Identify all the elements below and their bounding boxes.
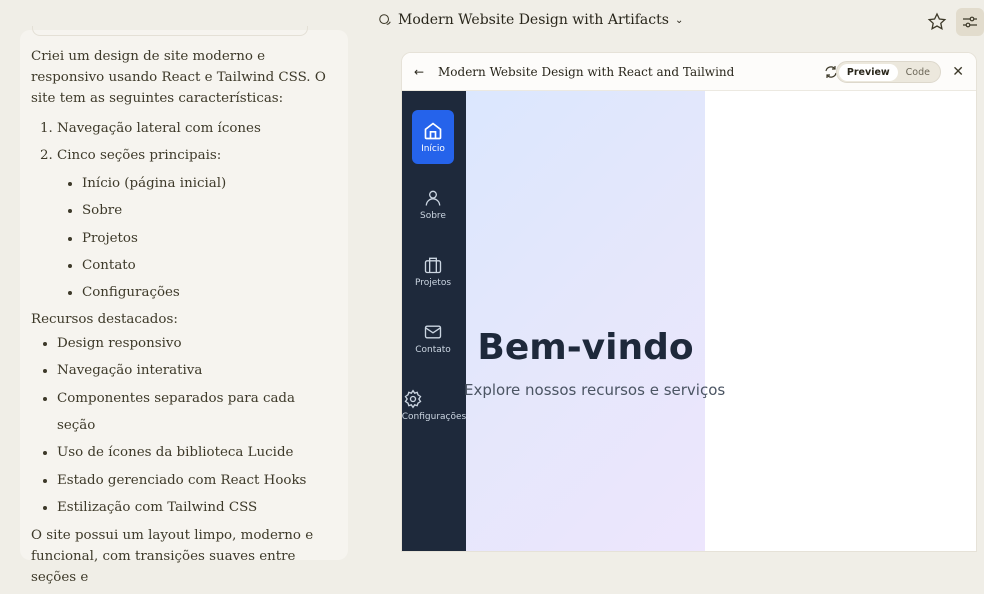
nav-inicio[interactable]: Início	[412, 110, 454, 164]
list-item: Navegação interativa	[57, 357, 331, 384]
briefcase-icon	[424, 257, 442, 273]
sections-list: Início (página inicial) Sobre Projetos C…	[57, 170, 331, 307]
view-toggle: Preview Code	[835, 61, 941, 83]
conversation-title: Modern Website Design with Artifacts	[398, 12, 669, 28]
list-item: Design responsivo	[57, 330, 331, 357]
nav-contato[interactable]: Contato	[412, 311, 454, 365]
list-item: Componentes separados para cada seção	[57, 385, 331, 440]
nav-configuracoes[interactable]: Configurações	[402, 378, 466, 432]
chat-message: Criei um design de site moderno e respon…	[20, 26, 348, 585]
conversation-title-button[interactable]: Modern Website Design with Artifacts ⌄	[378, 12, 683, 28]
list-item: Navegação lateral com ícones	[57, 115, 331, 142]
user-icon	[425, 190, 441, 206]
nav-label: Configurações	[401, 411, 467, 422]
list-item: Estado gerenciado com React Hooks	[57, 467, 331, 494]
chat-bubbles-icon	[379, 14, 391, 25]
close-icon[interactable]: ✕	[952, 64, 964, 80]
back-arrow-icon[interactable]: ←	[414, 65, 428, 79]
nav-label: Projetos	[414, 277, 452, 288]
list-item: Uso de ícones da biblioteca Lucide	[57, 439, 331, 466]
nav-projetos[interactable]: Projetos	[412, 244, 454, 298]
hero-subtitle: Explore nossos recursos e serviços	[464, 381, 726, 399]
intro-text: Criei um design de site moderno e respon…	[31, 49, 326, 106]
list-item: Projetos	[82, 225, 331, 252]
settings-button[interactable]	[956, 8, 984, 36]
list-item: Configurações	[82, 279, 331, 306]
outro-text: O site possui um layout limpo, moderno e…	[31, 527, 314, 585]
hero-title: Bem-vindo	[477, 327, 694, 368]
nav-sobre[interactable]: Sobre	[412, 177, 454, 231]
artifact-panel: ← Modern Website Design with React and T…	[401, 52, 977, 552]
gear-icon	[404, 388, 422, 409]
features-list: Design responsivo Navegação interativa C…	[31, 330, 331, 522]
list-item: Estilização com Tailwind CSS	[57, 494, 331, 521]
code-tab[interactable]: Code	[898, 64, 938, 81]
list-item: Cinco seções principais: Início (página …	[57, 142, 331, 306]
preview-tab[interactable]: Preview	[838, 63, 898, 81]
features-heading: Recursos destacados:	[31, 311, 178, 327]
star-icon[interactable]	[927, 12, 947, 32]
nav-label: Contato	[415, 344, 451, 355]
chevron-down-icon: ⌄	[674, 14, 684, 26]
artifact-title: Modern Website Design with React and Tai…	[438, 64, 735, 79]
home-icon	[424, 121, 442, 139]
ordered-list: Navegação lateral com ícones Cinco seçõe…	[31, 115, 331, 307]
mail-icon	[424, 325, 442, 338]
list-item: Início (página inicial)	[82, 170, 331, 197]
sliders-icon	[963, 16, 977, 28]
nav-label: Início	[421, 143, 445, 154]
hero-section: Bem-vindo Explore nossos recursos e serv…	[464, 91, 725, 551]
previous-card-edge	[32, 26, 308, 36]
list-item: Sobre	[82, 197, 331, 224]
site-sidebar: Início Sobre Projetos Contato Configuraç…	[402, 91, 466, 551]
nav-label: Sobre	[420, 210, 446, 221]
list-item: Contato	[82, 252, 331, 279]
